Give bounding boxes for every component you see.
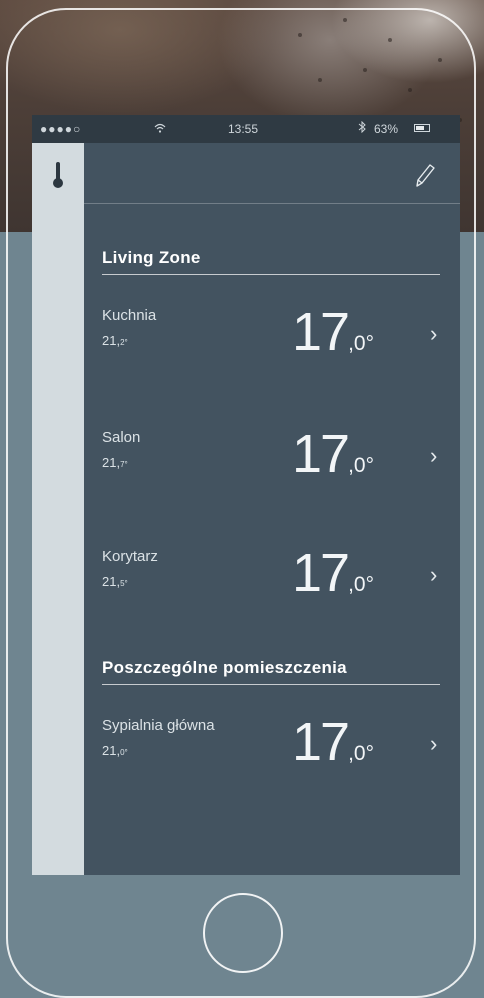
room-name: Sypialnia główna [102, 717, 215, 734]
room-set-temp: 17,0° [292, 424, 374, 484]
chevron-right-icon[interactable]: › [430, 731, 437, 757]
section-divider [102, 684, 440, 685]
bluetooth-icon [358, 120, 366, 136]
home-button[interactable] [203, 893, 283, 973]
room-current-temp: 21,2° [102, 333, 128, 348]
header-divider [84, 203, 460, 204]
room-set-temp: 17,0° [292, 543, 374, 603]
battery-icon [414, 124, 430, 132]
room-set-temp: 17,0° [292, 302, 374, 362]
pencil-icon[interactable] [412, 161, 436, 191]
wifi-icon [154, 121, 166, 136]
sidebar [32, 143, 84, 875]
chevron-right-icon[interactable]: › [430, 321, 437, 347]
battery-percent: 63% [374, 122, 399, 136]
room-current-temp: 21,7° [102, 455, 128, 470]
status-bar: ●●●●○ 13:55 63% [32, 115, 460, 143]
section-title-living-zone: Living Zone [102, 248, 201, 267]
room-name: Salon [102, 429, 141, 446]
section-title-individual-rooms: Poszczególne pomieszczenia [102, 658, 347, 677]
room-name: Kuchnia [102, 307, 157, 324]
thermometer-icon[interactable] [52, 161, 64, 189]
section-divider [102, 274, 440, 275]
room-row-sypialnia-glowna[interactable]: Sypialnia główna 21,0° 17,0° › [102, 712, 452, 797]
chevron-right-icon[interactable]: › [430, 562, 437, 588]
room-current-temp: 21,5° [102, 574, 128, 589]
signal-indicator: ●●●●○ [40, 122, 82, 136]
room-current-temp: 21,0° [102, 743, 128, 758]
room-set-temp: 17,0° [292, 712, 374, 772]
status-time: 13:55 [228, 122, 259, 136]
room-row-kuchnia[interactable]: Kuchnia 21,2° 17,0° › [102, 302, 452, 387]
app-screen: ●●●●○ 13:55 63% Living Zone Kuchnia 21,2… [32, 115, 460, 875]
chevron-right-icon[interactable]: › [430, 443, 437, 469]
room-row-korytarz[interactable]: Korytarz 21,5° 17,0° › [102, 543, 452, 628]
room-row-salon[interactable]: Salon 21,7° 17,0° › [102, 424, 452, 509]
room-name: Korytarz [102, 548, 158, 565]
